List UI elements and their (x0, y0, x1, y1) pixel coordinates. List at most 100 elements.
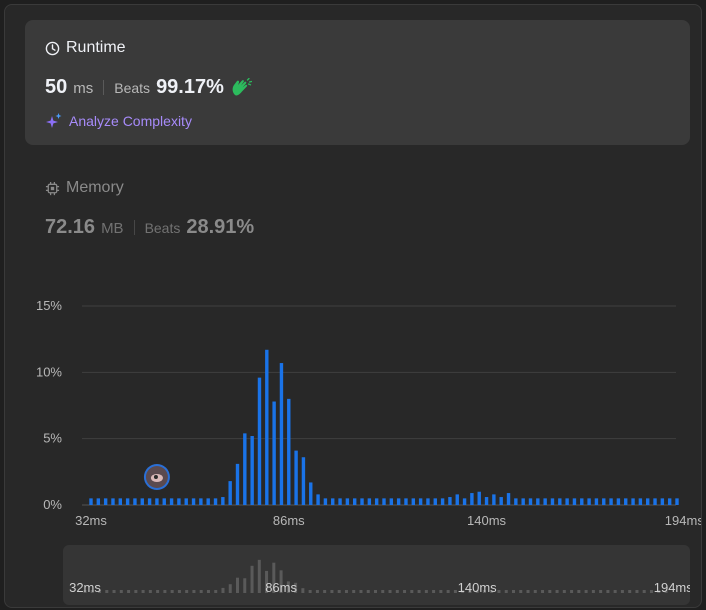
mini-bar (359, 590, 363, 593)
distribution-bar (316, 494, 320, 505)
distribution-bar (331, 498, 335, 505)
mini-bar (555, 590, 559, 593)
distribution-bar (580, 498, 584, 505)
distribution-bar (543, 498, 547, 505)
mini-bar (257, 559, 261, 593)
distribution-bar (221, 497, 225, 505)
distribution-bar (411, 498, 415, 505)
mini-bar (119, 590, 123, 593)
mini-bar (577, 590, 581, 593)
distribution-bar (111, 498, 115, 505)
distribution-bar (374, 498, 379, 505)
mini-bar (570, 590, 574, 593)
distribution-bar (470, 493, 474, 505)
mini-bar (403, 590, 407, 593)
y-tick-label: 5% (43, 431, 62, 446)
distribution-bar (191, 498, 196, 505)
mini-bar (127, 590, 131, 593)
mini-bar (613, 590, 617, 593)
mini-bar (620, 590, 624, 593)
mini-bar (185, 590, 189, 593)
mini-bar (432, 590, 436, 593)
distribution-bar (301, 457, 306, 505)
mini-bar (105, 590, 109, 593)
distribution-bar (250, 436, 254, 505)
avatar-eye (153, 475, 158, 479)
y-tick-label: 10% (36, 364, 62, 379)
distribution-bar (257, 377, 262, 505)
distribution-bar (602, 498, 606, 505)
distribution-bar (550, 498, 555, 505)
mini-x-tick-label: 140ms (458, 580, 498, 595)
mini-bar (504, 590, 508, 593)
mini-bar (250, 565, 254, 593)
mini-bar (395, 590, 399, 593)
distribution-bar (140, 498, 144, 505)
x-tick-label: 32ms (75, 513, 107, 528)
mini-bar (134, 590, 138, 593)
y-tick-label: 0% (43, 497, 62, 512)
distribution-bar (184, 498, 188, 505)
distribution-bar (455, 494, 459, 505)
distribution-bar (426, 498, 430, 505)
distribution-bar (587, 498, 591, 505)
distribution-bar (631, 498, 635, 505)
mini-bar (214, 590, 218, 593)
mini-x-tick-label: 86ms (265, 580, 297, 595)
mini-bar (526, 590, 530, 593)
distribution-bar (653, 498, 657, 505)
mini-bar (381, 590, 385, 593)
distribution-bar (367, 498, 372, 505)
mini-bar (243, 578, 247, 593)
mini-bar (424, 590, 428, 593)
mini-bar (141, 590, 145, 593)
mini-bar (236, 577, 240, 593)
distribution-bar (382, 498, 386, 505)
mini-bar (548, 590, 552, 593)
distribution-bar (294, 450, 298, 505)
distribution-bar (125, 498, 130, 505)
distribution-bar (528, 498, 533, 505)
mini-bar (388, 590, 392, 593)
mini-bar (511, 590, 515, 593)
y-tick-label: 15% (36, 298, 62, 313)
distribution-bar (514, 498, 518, 505)
distribution-bar (103, 498, 108, 505)
mini-bar (352, 590, 356, 593)
distribution-bar (448, 497, 452, 505)
mini-bar (453, 590, 457, 593)
distribution-bar (462, 498, 467, 505)
mini-bar (112, 590, 116, 593)
distribution-bar (418, 498, 423, 505)
x-tick-label: 140ms (467, 513, 507, 528)
distribution-bar (169, 498, 174, 505)
mini-bar (497, 590, 501, 593)
distribution-bar (492, 494, 496, 505)
mini-bar (446, 590, 450, 593)
x-tick-label: 194ms (665, 513, 702, 528)
distribution-bar (199, 498, 203, 505)
distribution-bar (279, 363, 284, 505)
mini-bar (541, 590, 545, 593)
mini-bar (562, 590, 566, 593)
distribution-bar (536, 498, 540, 505)
distribution-bar (338, 498, 342, 505)
mini-bar (177, 590, 181, 593)
distribution-bar (624, 498, 628, 505)
distribution-bar (521, 498, 525, 505)
mini-bar (649, 590, 653, 593)
distribution-bar (667, 498, 672, 505)
mini-bar (642, 590, 646, 593)
user-avatar-marker (143, 464, 170, 490)
mini-distribution-chart: 32ms 86ms 140ms 194ms (69, 559, 690, 595)
runtime-distribution-chart[interactable]: 15% 10% 5% 0% 32ms 86ms 140ms 194ms (5, 5, 702, 608)
distribution-bar (228, 481, 232, 505)
distribution-bar (309, 482, 313, 505)
chart-range-scroller[interactable]: 32ms 86ms 140ms 194ms (63, 545, 690, 605)
distribution-bar (133, 498, 137, 505)
mini-bar (163, 590, 167, 593)
distribution-bar (558, 498, 562, 505)
mini-bar (439, 590, 443, 593)
distribution-bar (484, 497, 489, 505)
mini-bar (366, 590, 370, 593)
